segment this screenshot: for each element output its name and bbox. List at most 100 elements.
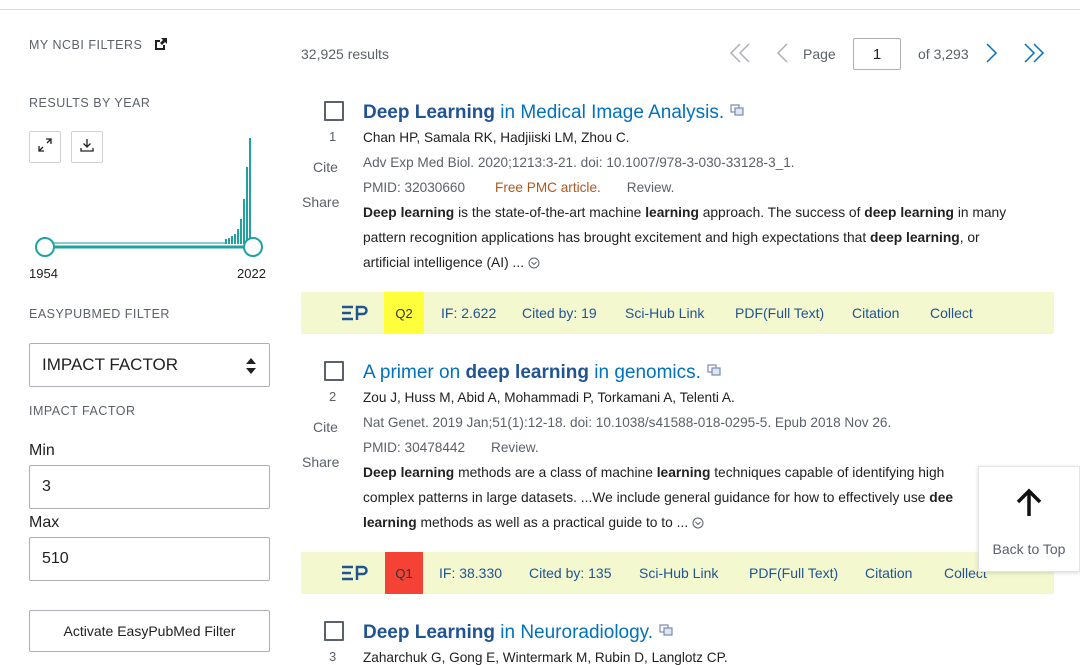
snippet-text: methods as well as a practical guide to … xyxy=(416,515,689,530)
free-pmc-badge: Free PMC article. xyxy=(495,180,601,195)
article-pmid-line: PMID: 32030660 Free PMC article. Review. xyxy=(363,180,674,195)
pmid: PMID: 32030660 xyxy=(363,180,466,195)
snippet-highlight: learning xyxy=(363,515,417,530)
results-count: 32,925 results xyxy=(301,46,389,62)
impact-factor-value: IF: 2.622 xyxy=(441,305,497,321)
result-article-1: 1 Cite Share Deep Learning in Medical Im… xyxy=(300,100,1060,280)
page-number-input[interactable] xyxy=(853,38,901,70)
easypubmed-filter-heading: EASYPUBMED FILTER xyxy=(29,307,170,321)
snippet-highlight: Deep learning xyxy=(363,205,455,220)
article-number: 2 xyxy=(329,389,337,404)
article-pmid-line: PMID: 30478442 Review. xyxy=(363,440,539,455)
activate-easypubmed-filter-button[interactable]: Activate EasyPubMed Filter xyxy=(29,610,270,652)
article-number: 3 xyxy=(329,649,337,664)
citation-link[interactable]: Citation xyxy=(852,305,899,321)
snippet-highlight: learning xyxy=(656,465,711,480)
results-by-year-heading: RESULTS BY YEAR xyxy=(29,96,151,110)
snippet-highlight: learning xyxy=(645,205,699,220)
result-article-3: 3 Deep Learning in Neuroradiology. Zahar… xyxy=(300,620,1060,665)
max-label: Max xyxy=(29,514,60,531)
copy-icon[interactable] xyxy=(730,100,744,122)
article-authors: Zaharchuk G, Gong E, Wintermark M, Rubin… xyxy=(363,650,728,665)
title-text: in Neuroradiology. xyxy=(494,622,654,643)
my-ncbi-filters-link[interactable]: MY NCBI FILTERS xyxy=(29,38,168,54)
expand-snippet-icon[interactable] xyxy=(692,512,704,537)
pmid: PMID: 30478442 xyxy=(363,440,466,455)
easypubmed-toolbar-1: Q2 IF: 2.622 Cited by: 19 Sci-Hub Link P… xyxy=(301,292,1054,334)
snippet-highlight: deep learning xyxy=(864,205,954,220)
sci-hub-link[interactable]: Sci-Hub Link xyxy=(625,305,704,321)
my-ncbi-filters-label: MY NCBI FILTERS xyxy=(29,38,143,52)
article-title-link[interactable]: A primer on deep learning in genomics. xyxy=(363,360,721,384)
year-end-label: 2022 xyxy=(237,266,266,281)
pdf-full-text-link[interactable]: PDF(Full Text) xyxy=(749,565,838,581)
title-text: in Medical Image Analysis. xyxy=(494,102,725,123)
page-label: Page xyxy=(803,46,836,62)
share-button[interactable]: Share xyxy=(302,454,339,470)
sci-hub-link[interactable]: Sci-Hub Link xyxy=(639,565,718,581)
quartile-badge: Q1 xyxy=(385,552,423,594)
title-text: in genomics. xyxy=(588,362,701,383)
snippet-highlight: deep learning xyxy=(869,230,960,245)
article-journal-citation: Nat Genet. 2019 Jan;51(1):12-18. doi: 10… xyxy=(363,415,892,430)
snippet-text: techniques capable of identifying high xyxy=(710,465,945,480)
cite-button[interactable]: Cite xyxy=(313,159,338,175)
snippet-text: approach. The success of xyxy=(698,205,865,220)
title-text: A primer on xyxy=(363,362,466,383)
easypubmed-logo-icon xyxy=(341,305,369,324)
year-range-start-handle[interactable] xyxy=(35,237,55,257)
year-range-end-handle[interactable] xyxy=(243,237,263,257)
arrow-up-icon xyxy=(1013,487,1045,524)
cited-by-link[interactable]: Cited by: 135 xyxy=(529,565,612,581)
easypubmed-toolbar-2: Q1 IF: 38.330 Cited by: 135 Sci-Hub Link… xyxy=(301,552,1054,594)
pdf-full-text-link[interactable]: PDF(Full Text) xyxy=(735,305,824,321)
select-article-checkbox[interactable] xyxy=(324,621,344,641)
first-page-icon[interactable] xyxy=(729,42,751,69)
copy-icon[interactable] xyxy=(707,360,721,382)
year-start-label: 1954 xyxy=(29,266,58,281)
page-total: of 3,293 xyxy=(918,46,969,62)
easypubmed-logo-icon xyxy=(341,565,369,584)
last-page-icon[interactable] xyxy=(1023,42,1045,69)
cited-by-link[interactable]: Cited by: 19 xyxy=(522,305,597,321)
snippet-highlight: dee xyxy=(929,490,954,505)
result-article-2: 2 Cite Share A primer on deep learning i… xyxy=(300,360,1060,540)
article-number: 1 xyxy=(329,129,337,144)
impact-factor-heading: IMPACT FACTOR xyxy=(29,404,136,418)
select-article-checkbox[interactable] xyxy=(324,361,344,381)
article-snippet: Deep learning is the state-of-the-art ma… xyxy=(363,200,1013,277)
article-snippet: Deep learning methods are a class of mac… xyxy=(363,460,1013,537)
quartile-badge: Q2 xyxy=(384,292,424,334)
results-by-year-histogram[interactable] xyxy=(29,131,269,261)
back-to-top-label: Back to Top xyxy=(992,541,1066,557)
filters-sidebar: MY NCBI FILTERS RESULTS BY YEAR 1954 202… xyxy=(0,11,290,665)
next-page-icon[interactable] xyxy=(985,42,999,69)
snippet-highlight: Deep learning xyxy=(363,465,455,480)
citation-link[interactable]: Citation xyxy=(865,565,912,581)
filter-type-selected-value: IMPACT FACTOR xyxy=(42,355,179,374)
title-highlight: Deep Learning xyxy=(363,622,495,643)
sort-arrows-icon xyxy=(245,357,257,380)
copy-icon[interactable] xyxy=(659,620,673,642)
back-to-top-button[interactable]: Back to Top xyxy=(978,466,1080,572)
max-impact-factor-input[interactable] xyxy=(29,537,270,581)
expand-snippet-icon[interactable] xyxy=(528,252,540,277)
histogram-bars xyxy=(45,138,251,244)
snippet-text: complex patterns in large datasets. ...W… xyxy=(363,490,930,505)
select-article-checkbox[interactable] xyxy=(324,101,344,121)
top-divider xyxy=(0,0,1080,10)
filter-type-select[interactable]: IMPACT FACTOR xyxy=(29,343,270,387)
cite-button[interactable]: Cite xyxy=(313,419,338,435)
min-impact-factor-input[interactable] xyxy=(29,465,270,509)
title-highlight: deep learning xyxy=(465,362,589,383)
share-button[interactable]: Share xyxy=(302,194,339,210)
collect-link[interactable]: Collect xyxy=(930,305,973,321)
article-journal-citation: Adv Exp Med Biol. 2020;1213:3-21. doi: 1… xyxy=(363,155,795,170)
article-authors: Zou J, Huss M, Abid A, Mohammadi P, Tork… xyxy=(363,390,735,405)
previous-page-icon[interactable] xyxy=(775,42,789,69)
snippet-text: is the state-of-the-art machine xyxy=(454,205,646,220)
title-highlight: Deep Learning xyxy=(363,102,495,123)
article-title-link[interactable]: Deep Learning in Medical Image Analysis. xyxy=(363,100,744,124)
min-label: Min xyxy=(29,442,55,459)
article-title-link[interactable]: Deep Learning in Neuroradiology. xyxy=(363,620,673,644)
